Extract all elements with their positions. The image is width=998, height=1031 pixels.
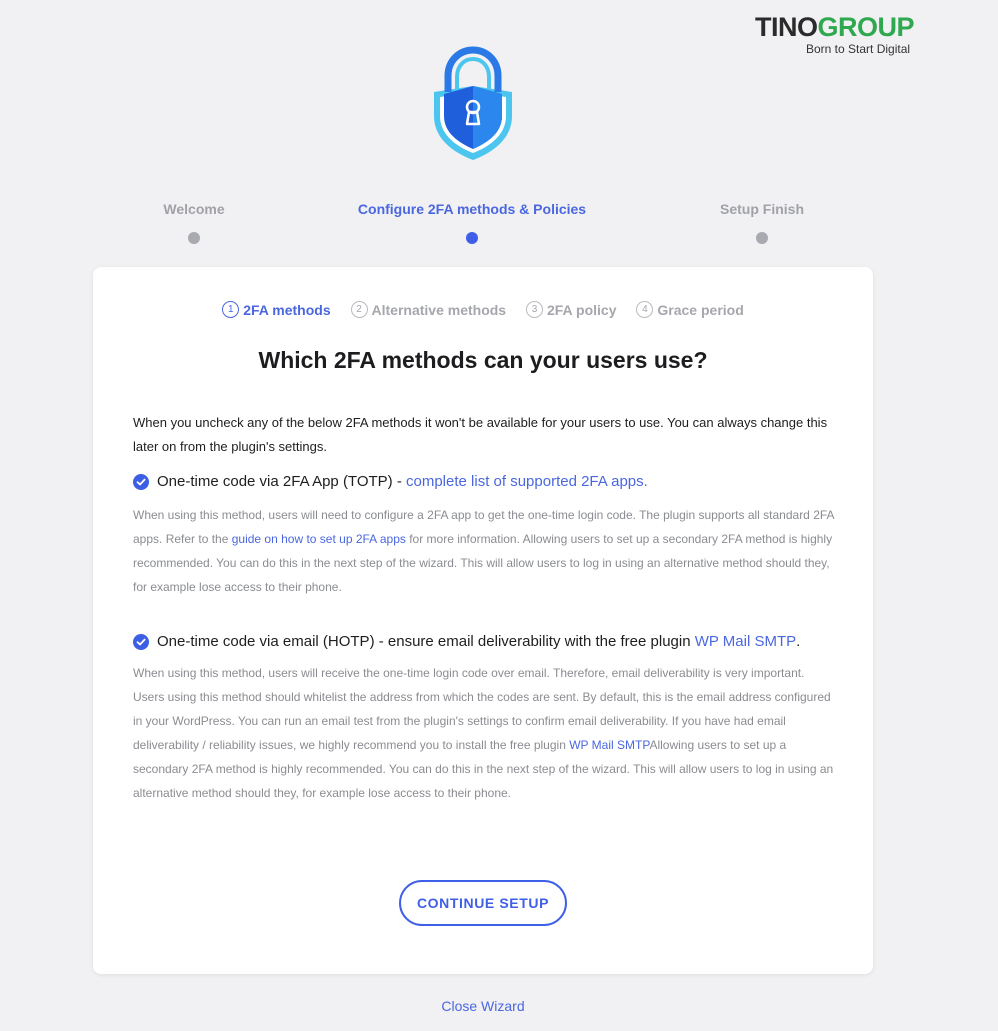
wizard-steps: Welcome Configure 2FA methods & Policies… [0,200,998,250]
step-dot-active [466,232,478,244]
close-wizard-link[interactable]: Close Wizard [0,998,966,1014]
check-icon [136,638,146,646]
brand-logo: TINOGROUP Born to Start Digital [755,12,925,56]
totp-description: When using this method, users will need … [133,508,834,594]
hotp-checkbox[interactable] [133,634,149,650]
substep-2fa-policy: 3 2FA policy [525,301,617,318]
wp-mail-smtp-link[interactable]: WP Mail SMTP [695,629,796,655]
hotp-label: One-time code via email (HOTP) - ensure … [157,633,691,650]
check-icon [136,478,146,486]
step-dot [756,232,768,244]
method-totp: One-time code via 2FA App (TOTP) - compl… [133,469,838,599]
method-hotp: One-time code via email (HOTP) - ensure … [133,629,838,805]
substep-nav: 1 2FA methods 2 Alternative methods 3 2FA p… [93,299,873,318]
continue-setup-button[interactable]: CONTINUE SETUP [399,880,567,926]
step-dot [188,232,200,244]
substep-grace-period: 4 Grace period [636,301,744,318]
shield-lock-icon [430,46,516,162]
brand-tagline: Born to Start Digital [806,42,911,56]
step-configure: Configure 2FA methods & Policies [342,200,602,244]
substep-alternative-methods: 2 Alternative methods [350,301,506,318]
step-finish: Setup Finish [632,200,892,244]
intro-text: When you uncheck any of the below 2FA me… [133,415,828,454]
supported-apps-link[interactable]: complete list of supported 2FA apps. [406,469,648,495]
step-welcome: Welcome [64,200,324,244]
setup-guide-link[interactable]: guide on how to set up 2FA apps [232,532,406,546]
hotp-description: When using this method, users will recei… [133,666,834,800]
brand-name: TINOGROUP [755,12,915,42]
substep-2fa-methods: 1 2FA methods [222,301,331,318]
totp-label: One-time code via 2FA App (TOTP) - [157,473,402,490]
wizard-card: 1 2FA methods 2 Alternative methods 3 2FA p… [93,267,873,974]
wp-mail-smtp-inline-link[interactable]: WP Mail SMTP [569,738,649,752]
page-title: Which 2FA methods can your users use? [258,347,708,373]
totp-checkbox[interactable] [133,474,149,490]
